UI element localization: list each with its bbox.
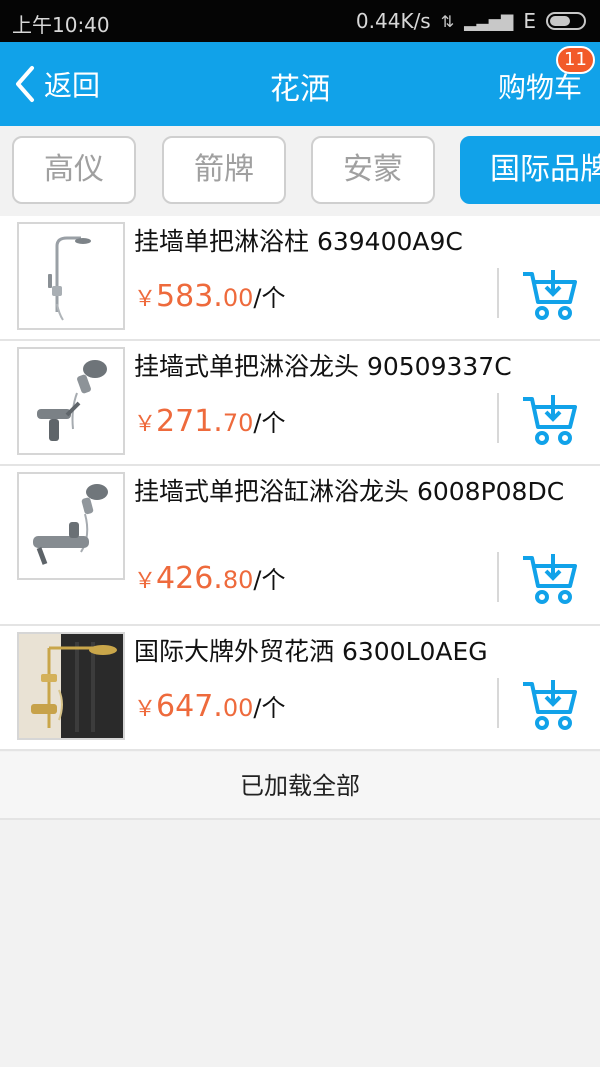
price-unit: /个 [253, 409, 286, 437]
brand-filter-bar: 高仪 箭牌 安蒙 国际品牌 [0, 126, 600, 216]
price-decimal: 00 [222, 694, 254, 722]
brand-tab-anmeng[interactable]: 安蒙 [311, 136, 435, 204]
product-item[interactable]: 挂墙式单把淋浴龙头 90509337C ￥271.70/个 [0, 341, 600, 466]
product-title[interactable]: 国际大牌外贸花洒 6300L0AEG [134, 634, 574, 669]
chevron-left-icon [16, 66, 34, 102]
price-currency: ￥ [134, 412, 157, 437]
product-thumbnail [17, 472, 125, 580]
price-decimal: 70 [222, 409, 254, 437]
product-item[interactable]: 挂墙单把淋浴柱 639400A9C ￥583.00/个 [0, 216, 600, 341]
status-network: E [523, 9, 536, 33]
product-item[interactable]: 挂墙式单把浴缸淋浴龙头 6008P08DC ￥426.80/个 [0, 466, 600, 626]
divider [497, 393, 499, 443]
product-price: ￥271.70/个 [134, 403, 285, 439]
divider [497, 268, 499, 318]
price-currency: ￥ [134, 287, 157, 312]
product-title[interactable]: 挂墙式单把浴缸淋浴龙头 6008P08DC [134, 474, 574, 509]
all-loaded-note: 已加载全部 [0, 752, 600, 820]
status-bar: 上午10:40 0.44K/s ⇅ ▂▃▅▇ E [0, 0, 600, 42]
add-to-cart-icon[interactable] [520, 552, 580, 606]
product-thumbnail [17, 222, 125, 330]
brand-tab-international[interactable]: 国际品牌 [460, 136, 600, 204]
signal-icon: ▂▃▅▇ [464, 11, 514, 31]
price-decimal: 00 [222, 284, 254, 312]
price-integer: 271. [156, 404, 223, 439]
product-title[interactable]: 挂墙式单把淋浴龙头 90509337C [134, 349, 574, 384]
price-integer: 426. [156, 561, 223, 596]
brand-tab-gaoyi[interactable]: 高仪 [12, 136, 136, 204]
product-price: ￥583.00/个 [134, 278, 285, 314]
product-list: 挂墙单把淋浴柱 639400A9C ￥583.00/个 挂墙式单把淋浴龙头 90… [0, 216, 600, 751]
price-currency: ￥ [134, 569, 157, 594]
add-to-cart-icon[interactable] [520, 268, 580, 322]
bath-shower-faucet-icon [19, 474, 123, 578]
price-unit: /个 [253, 284, 286, 312]
product-thumbnail [17, 632, 125, 740]
price-integer: 647. [156, 689, 223, 724]
divider [497, 552, 499, 602]
shower-faucet-icon [19, 349, 123, 453]
product-price: ￥647.00/个 [134, 688, 285, 724]
product-title[interactable]: 挂墙单把淋浴柱 639400A9C [134, 224, 574, 259]
price-unit: /个 [253, 694, 286, 722]
add-to-cart-icon[interactable] [520, 393, 580, 447]
battery-icon [546, 12, 586, 30]
data-transfer-icon: ⇅ [440, 11, 455, 31]
product-thumbnail [17, 347, 125, 455]
price-unit: /个 [253, 566, 286, 594]
product-item[interactable]: 国际大牌外贸花洒 6300L0AEG ￥647.00/个 [0, 626, 600, 751]
status-time: 上午10:40 [12, 13, 110, 37]
shower-column-icon [19, 224, 123, 328]
status-indicators: 0.44K/s ⇅ ▂▃▅▇ E [356, 9, 586, 33]
back-button[interactable]: 返回 [12, 64, 100, 104]
nav-bar: 返回 花洒 购物车 [0, 42, 600, 126]
status-speed: 0.44K/s [355, 9, 431, 33]
brand-tab-jianpai[interactable]: 箭牌 [162, 136, 286, 204]
product-price: ￥426.80/个 [134, 560, 285, 596]
back-label: 返回 [44, 69, 101, 102]
gold-shower-set-icon [19, 634, 123, 738]
price-currency: ￥ [134, 697, 157, 722]
price-integer: 583. [156, 279, 223, 314]
divider [497, 678, 499, 728]
price-decimal: 80 [222, 566, 254, 594]
add-to-cart-icon[interactable] [520, 678, 580, 732]
cart-count-badge: 11 [556, 46, 595, 74]
